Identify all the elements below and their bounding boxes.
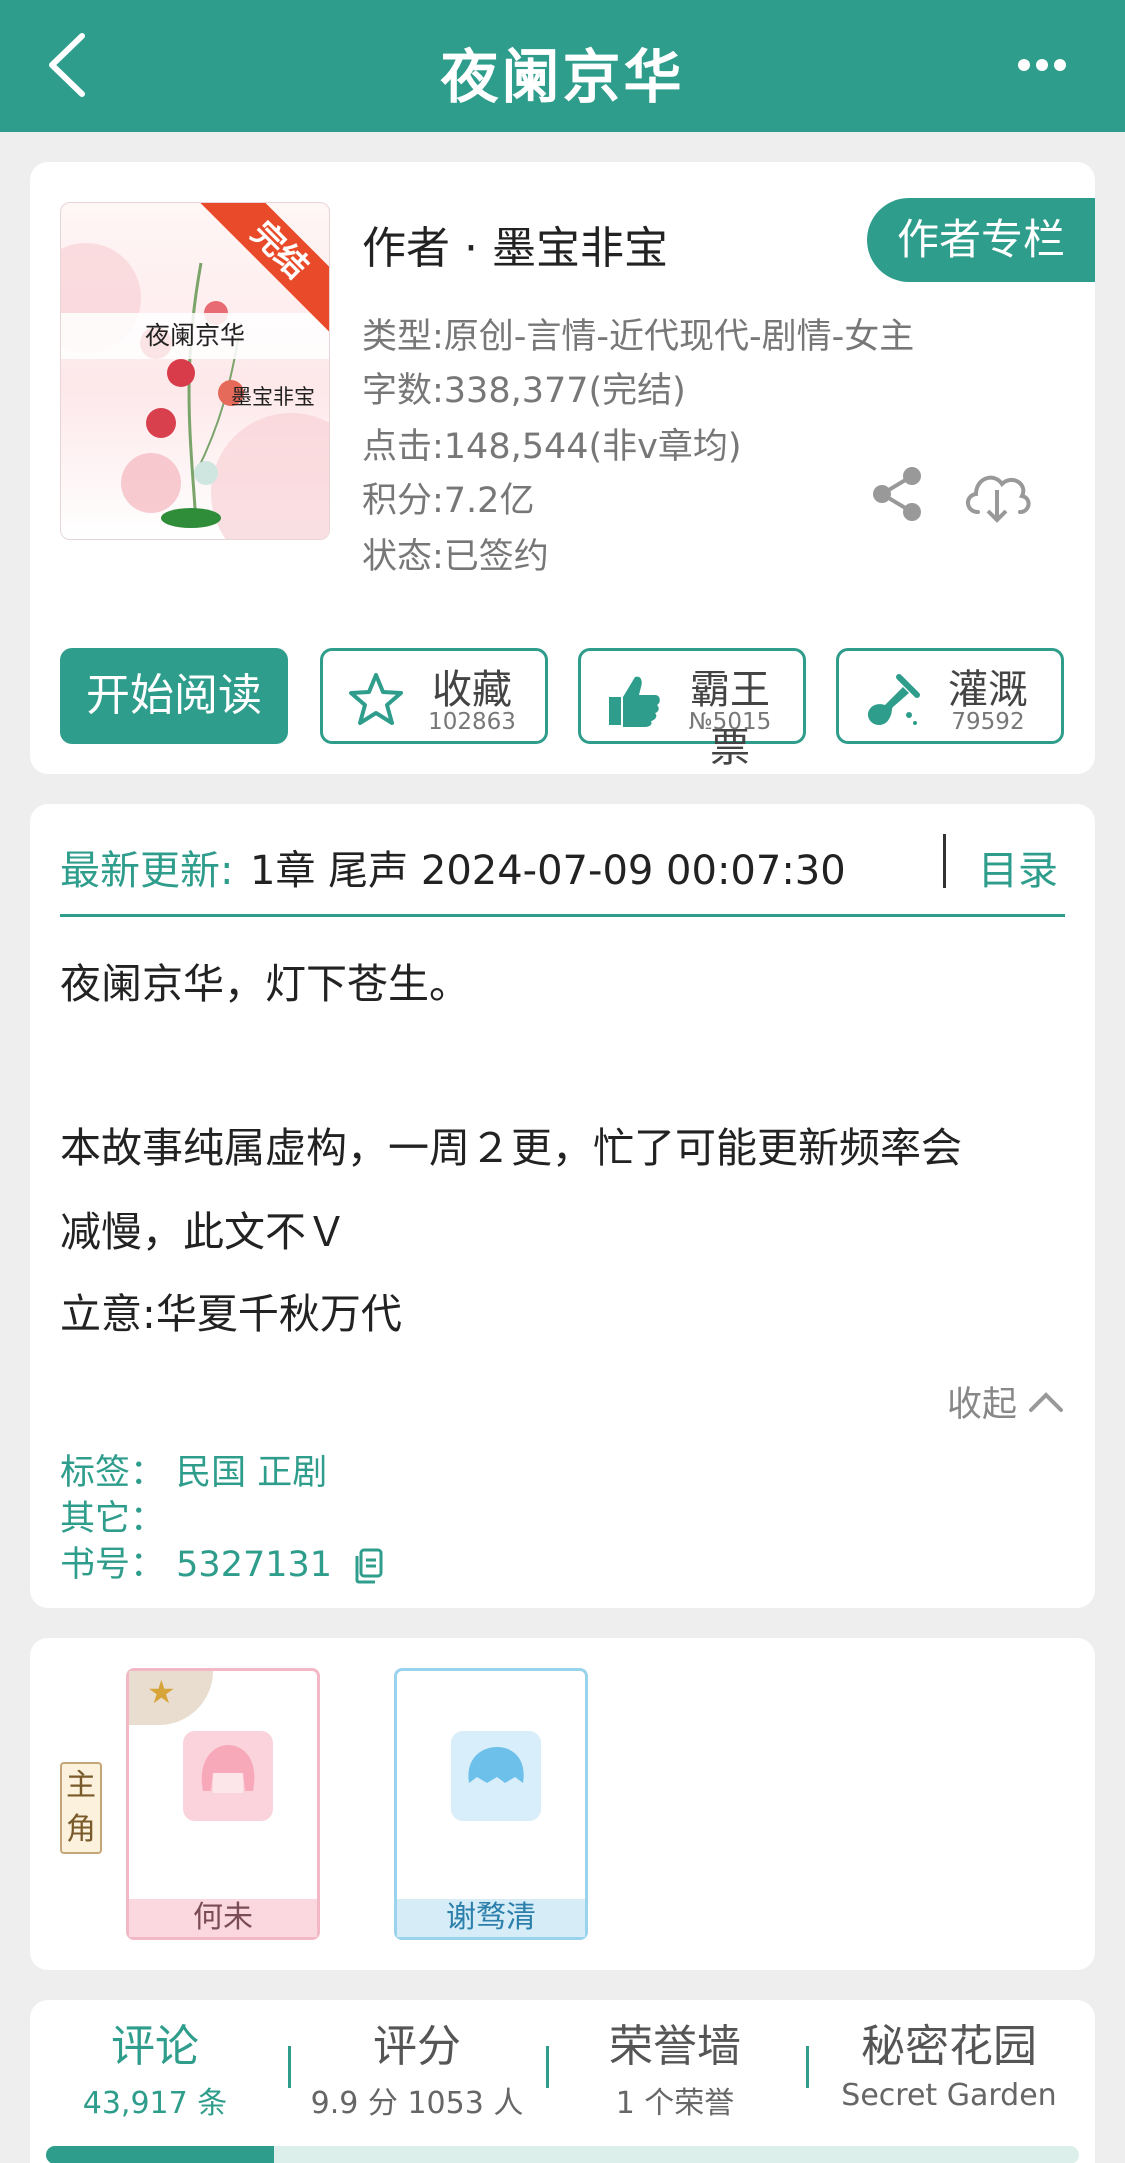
book-cover[interactable]: 夜阑京华 墨宝非宝 完结 (60, 202, 330, 540)
meta-status: 状态:已签约 (362, 537, 549, 577)
female-avatar-icon (201, 1745, 255, 1793)
table-of-contents-link[interactable]: 目录 (978, 838, 1058, 896)
tab-indicator (46, 2146, 274, 2163)
intro-line: 本故事纯属虚构，一周２更，忙了可能更新频率会 (60, 1124, 962, 1172)
collect-count: 102863 (428, 709, 516, 735)
water-label: 灌溉 (948, 667, 1028, 713)
character-card-male[interactable]: 谢骛清 (394, 1668, 588, 1940)
copy-icon[interactable] (353, 1548, 385, 1584)
collect-label: 收藏 (432, 667, 512, 713)
intro-line: 立意:华夏千秋万代 (60, 1290, 402, 1338)
tab-subtitle: Secret Garden (841, 2078, 1057, 2113)
intro-line: 夜阑京华，灯下苍生。 (60, 960, 470, 1008)
tab-honor-wall[interactable]: 荣誉墙 1 个荣誉 (550, 2010, 800, 2122)
book-info-card: 夜阑京华 墨宝非宝 完结 作者 · 墨宝非宝 作者专栏 类型:原创-言情-近代现… (30, 162, 1095, 774)
lead-role-badge: 主角 (60, 1762, 102, 1854)
tags-row: 标签： 民国 正剧 (60, 1444, 327, 1495)
book-intro-card: 最新更新: 1章 尾声 2024-07-09 00:07:30 目录 夜阑京华，… (30, 804, 1095, 1608)
thumbs-up-icon (609, 676, 660, 727)
collapse-label: 收起 (946, 1385, 1017, 1425)
tags-value[interactable]: 民国 正剧 (176, 1453, 327, 1493)
top-nav-bar: 夜阑京华 (0, 0, 1125, 132)
star-icon (349, 673, 403, 725)
character-name: 谢骛清 (397, 1899, 585, 1937)
start-reading-button[interactable]: 开始阅读 (60, 648, 288, 744)
more-dots-icon[interactable] (1017, 58, 1067, 72)
water-button[interactable]: 灌溉 79592 (836, 648, 1064, 744)
latest-update-label: 最新更新: (60, 848, 234, 894)
tab-title: 荣誉墙 (609, 2021, 741, 2072)
tags-label: 标签： (60, 1453, 166, 1493)
cloud-download-icon[interactable] (960, 462, 1034, 526)
tab-secret-garden[interactable]: 秘密花园 Secret Garden (810, 2010, 1088, 2113)
meta-type: 类型:原创-言情-近代现代-剧情-女主 (362, 317, 915, 357)
latest-update-chapter[interactable]: 1章 尾声 2024-07-09 00:07:30 (250, 838, 920, 896)
other-row: 其它： (60, 1490, 165, 1541)
divider (943, 834, 946, 888)
author-name[interactable]: 作者 · 墨宝非宝 (362, 212, 668, 276)
tab-subtitle: 9.9 分 1053 人 (310, 2086, 524, 2121)
characters-card: 主角 ★ 何未 谢骛清 (30, 1638, 1095, 1970)
tab-title: 评分 (373, 2021, 461, 2072)
meta-clicks: 点击:148,544(非v章均) (362, 427, 742, 467)
tab-separator (546, 2046, 549, 2088)
book-id-value: 5327131 (176, 1545, 333, 1585)
tab-comments[interactable]: 评论 43,917 条 (30, 2010, 280, 2122)
tab-subtitle: 43,917 条 (82, 2086, 228, 2121)
cover-title: 夜阑京华 (61, 313, 329, 359)
tab-separator (288, 2046, 291, 2088)
avatar (183, 1731, 273, 1821)
author-column-button[interactable]: 作者专栏 (867, 198, 1095, 282)
book-id-row: 书号： 5327131 (60, 1536, 385, 1587)
collapse-button[interactable]: 收起 (947, 1376, 1065, 1427)
vote-count: №5015 (688, 709, 772, 735)
tab-title: 评论 (111, 2021, 199, 2072)
intro-line: 减慢，此文不Ｖ (60, 1208, 347, 1256)
avatar (451, 1731, 541, 1821)
collect-button[interactable]: 收藏 102863 (320, 648, 548, 744)
underline (60, 914, 1065, 917)
tab-title: 秘密花园 (861, 2021, 1037, 2072)
other-label: 其它： (60, 1499, 166, 1539)
meta-score: 积分:7.2亿 (362, 481, 535, 521)
star-icon: ★ (147, 1673, 176, 1711)
bottom-tabs: 评论 43,917 条 评分 9.9 分 1053 人 荣誉墙 1 个荣誉 秘密… (30, 2000, 1095, 2163)
book-id-label: 书号： (60, 1545, 166, 1585)
tab-subtitle: 1 个荣誉 (615, 2086, 735, 2121)
vote-button[interactable]: 霸王票 №5015 (578, 648, 806, 771)
water-count: 79592 (951, 709, 1025, 735)
flower-illustration (140, 262, 244, 528)
share-icon[interactable] (868, 464, 928, 524)
tab-separator (806, 2046, 809, 2088)
tab-rating[interactable]: 评分 9.9 分 1053 人 (292, 2010, 542, 2122)
page-title: 夜阑京华 (440, 43, 685, 111)
male-avatar-icon (468, 1747, 524, 1783)
cover-author: 墨宝非宝 (231, 385, 315, 409)
character-card-female[interactable]: ★ 何未 (126, 1668, 320, 1940)
chevron-up-icon (1029, 1391, 1063, 1412)
meta-word-count: 字数:338,377(完结) (362, 371, 686, 411)
character-name: 何未 (129, 1899, 317, 1937)
flask-icon (867, 674, 920, 725)
